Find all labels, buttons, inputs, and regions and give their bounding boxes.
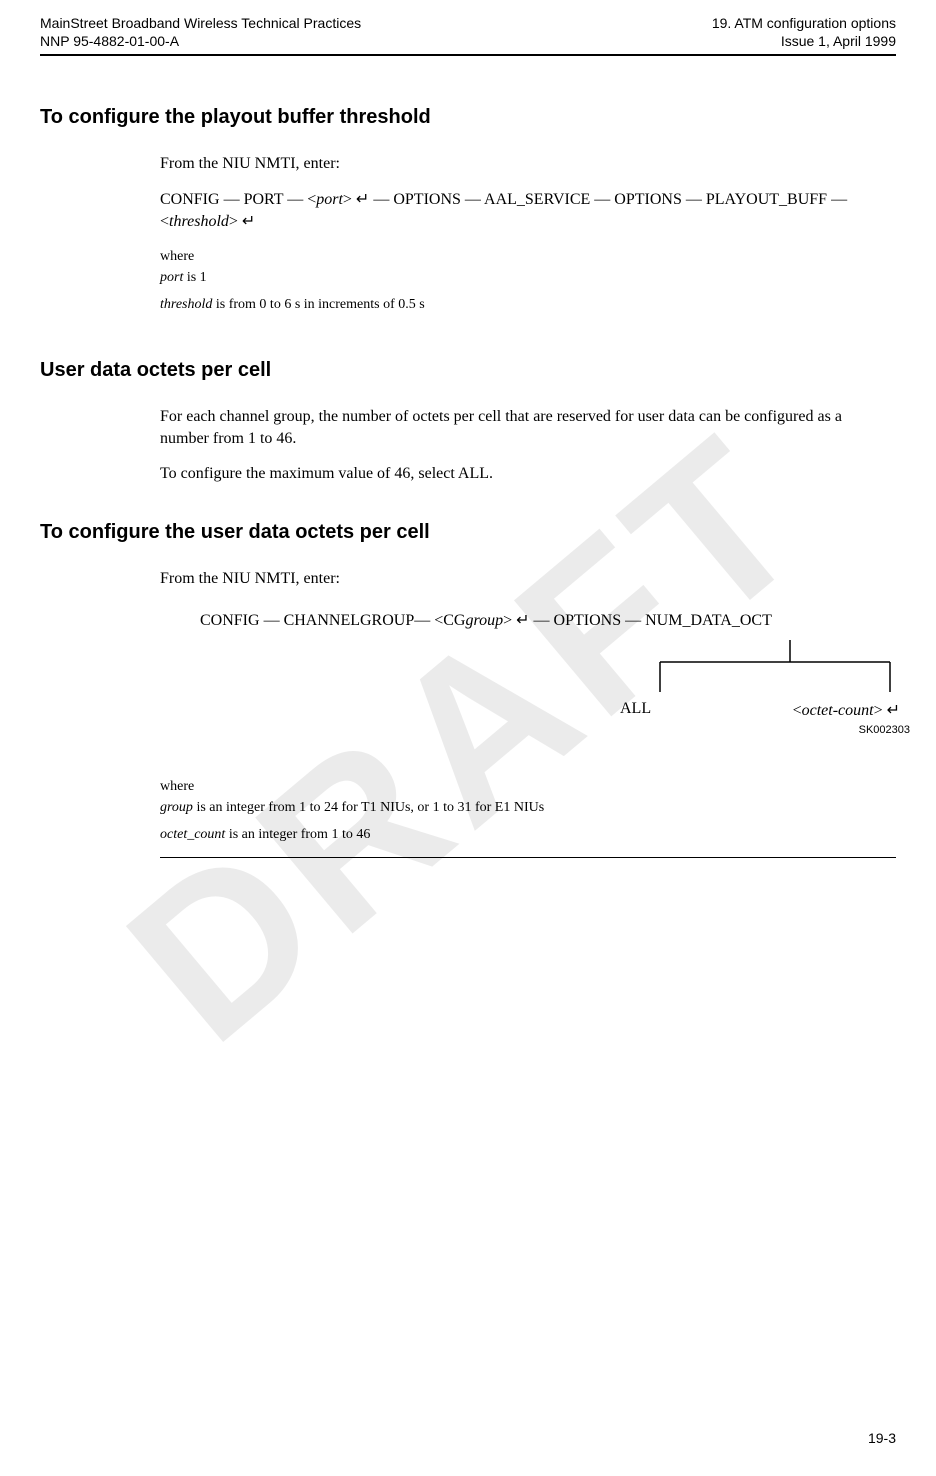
- command-diagram: CONFIG — CHANNELGROUP— <CGgroup> ↵ — OPT…: [200, 610, 896, 736]
- chapter-title: 19. ATM configuration options: [712, 14, 896, 32]
- octet-def: octet_count is an integer from 1 to 46: [160, 824, 876, 845]
- doc-number: NNP 95-4882-01-00-A: [40, 32, 361, 50]
- where-label-2: where: [160, 776, 876, 797]
- branch-all-label: ALL: [620, 700, 651, 720]
- port-def: port is 1: [160, 267, 876, 288]
- udo-para2: To configure the maximum value of 46, se…: [160, 463, 876, 485]
- branch-octet-label: <octet-count> ↵: [793, 700, 900, 720]
- group-def: group is an integer from 1 to 24 for T1 …: [160, 797, 876, 818]
- heading-user-data-octets: User data octets per cell: [40, 359, 896, 382]
- intro-text-2: From the NIU NMTI, enter:: [160, 568, 876, 590]
- branch-labels: ALL <octet-count> ↵: [620, 700, 900, 720]
- page-header: MainStreet Broadband Wireless Technical …: [40, 14, 896, 56]
- header-left: MainStreet Broadband Wireless Technical …: [40, 14, 361, 50]
- issue-date: Issue 1, April 1999: [712, 32, 896, 50]
- threshold-def: threshold is from 0 to 6 s in increments…: [160, 294, 876, 315]
- heading-playout-buffer: To configure the playout buffer threshol…: [40, 106, 896, 129]
- header-right: 19. ATM configuration options Issue 1, A…: [712, 14, 896, 50]
- heading-config-udo: To configure the user data octets per ce…: [40, 521, 896, 544]
- intro-text: From the NIU NMTI, enter:: [160, 153, 876, 175]
- doc-title: MainStreet Broadband Wireless Technical …: [40, 14, 361, 32]
- figure-id: SK002303: [200, 724, 910, 736]
- command-line-2: CONFIG — CHANNELGROUP— <CGgroup> ↵ — OPT…: [200, 610, 896, 630]
- where-label: where: [160, 246, 876, 267]
- page-number: 19-3: [868, 1430, 896, 1446]
- branch-diagram-icon: [200, 640, 910, 700]
- udo-para1: For each channel group, the number of oc…: [160, 406, 876, 449]
- command-line-1: CONFIG — PORT — <port> ↵ — OPTIONS — AAL…: [160, 189, 876, 232]
- section-end-rule: [160, 857, 896, 858]
